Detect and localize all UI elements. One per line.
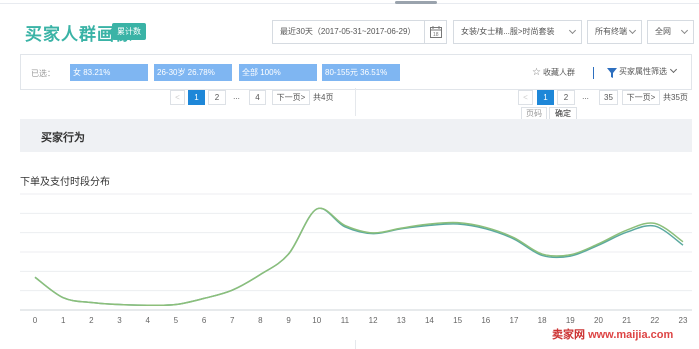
- x-tick-label: 10: [312, 316, 321, 325]
- chart-grid: [20, 193, 692, 311]
- x-tick-label: 3: [117, 316, 122, 325]
- watermark-brand: 卖家网: [552, 329, 585, 341]
- x-tick-label: 0: [33, 316, 38, 325]
- filter-chip-price[interactable]: 80-155元 36.51%: [322, 64, 400, 81]
- pager-next-button[interactable]: 下一页>: [272, 90, 310, 105]
- filter-chip-all[interactable]: 全部 100%: [239, 64, 317, 81]
- category-value: 女装/女士精...服>时尚套装: [461, 27, 555, 36]
- x-tick-label: 6: [202, 316, 207, 325]
- pager-total: 共4页: [313, 93, 334, 102]
- section-title: 买家行为: [41, 132, 85, 144]
- x-tick-label: 16: [481, 316, 490, 325]
- cumulative-badge: 累计数: [108, 23, 146, 40]
- chevron-down-icon: [669, 65, 678, 74]
- pager-page-1[interactable]: 1: [188, 90, 205, 105]
- pager-ellipsis: ...: [582, 92, 589, 101]
- date-range-picker[interactable]: 最近30天（2017-05-31~2017-06-29） 18: [272, 20, 447, 44]
- network-value: 全网: [655, 27, 671, 36]
- terminal-select[interactable]: 所有终端: [587, 20, 642, 44]
- pager-page-2[interactable]: 2: [208, 90, 226, 105]
- pager-page-1[interactable]: 1: [537, 90, 554, 105]
- x-tick-label: 15: [453, 316, 462, 325]
- pager-prev-button[interactable]: <: [170, 90, 185, 105]
- x-tick-label: 11: [341, 316, 350, 325]
- pager-page-last[interactable]: 35: [599, 90, 618, 105]
- buyer-attribute-filter[interactable]: 买家属性筛选: [605, 65, 678, 77]
- pager-total: 共35页: [663, 93, 688, 102]
- filter-chip-gender[interactable]: 女 83.21%: [70, 64, 148, 81]
- divider: [593, 67, 594, 79]
- x-tick-label: 21: [622, 316, 631, 325]
- chevron-down-icon: [628, 26, 637, 35]
- x-tick-label: 8: [258, 316, 263, 325]
- pager-ellipsis: ...: [233, 92, 240, 101]
- x-tick-label: 4: [145, 316, 150, 325]
- x-tick-label: 19: [566, 316, 575, 325]
- column-divider: [355, 340, 356, 349]
- x-tick-label: 9: [286, 316, 291, 325]
- top-border: [0, 0, 699, 4]
- chart-title: 下单及支付时段分布: [20, 177, 110, 188]
- pager-right: < 1 2 ... 35 下一页> 共35页: [356, 90, 699, 105]
- category-select[interactable]: 女装/女士精...服>时尚套装: [453, 20, 582, 44]
- x-tick-label: 23: [679, 316, 688, 325]
- pager-prev-button[interactable]: <: [518, 90, 533, 105]
- pager-page-last[interactable]: 4: [249, 90, 266, 105]
- section-header: 买家行为: [20, 119, 692, 152]
- pager-left: < 1 2 ... 4 下一页> 共4页: [0, 90, 355, 105]
- chevron-down-icon: [680, 26, 689, 35]
- pager-page-2[interactable]: 2: [557, 90, 575, 105]
- site-watermark: 卖家网 www.maijia.com: [546, 326, 680, 345]
- x-tick-label: 5: [174, 316, 179, 325]
- x-tick-label: 1: [61, 316, 66, 325]
- x-tick-label: 12: [369, 316, 378, 325]
- date-range-value: 最近30天（2017-05-31~2017-06-29）: [280, 27, 416, 36]
- x-axis-ticks: 0 1 2 3 4 5 6 7 8 9 10 11 12 13 14 15 16 17 18 19 20 21 22 23: [33, 316, 688, 325]
- network-select[interactable]: 全网: [647, 20, 694, 44]
- x-tick-label: 14: [425, 316, 434, 325]
- pager-next-button[interactable]: 下一页>: [622, 90, 660, 105]
- calendar-icon[interactable]: 18: [424, 21, 446, 43]
- selected-label: 已选：: [31, 69, 55, 78]
- svg-text:18: 18: [433, 32, 439, 38]
- collect-crowd-label: 收藏人群: [542, 68, 575, 77]
- collect-crowd-button[interactable]: ☆ 收藏人群: [532, 67, 575, 78]
- x-tick-label: 2: [89, 316, 94, 325]
- filter-chip-age[interactable]: 26-30岁 26.78%: [154, 64, 232, 81]
- x-tick-label: 17: [510, 316, 519, 325]
- star-icon: ☆: [532, 67, 541, 78]
- chevron-down-icon: [568, 26, 577, 35]
- x-tick-label: 20: [594, 316, 603, 325]
- watermark-url: www.maijia.com: [588, 329, 674, 341]
- x-tick-label: 13: [397, 316, 406, 325]
- terminal-value: 所有终端: [595, 27, 627, 36]
- x-tick-label: 22: [650, 316, 659, 325]
- attr-filter-label: 买家属性筛选: [619, 67, 667, 76]
- x-tick-label: 7: [230, 316, 235, 325]
- selected-filters-bar: 已选： 女 83.21% 26-30岁 26.78% 全部 100% 80-15…: [20, 54, 692, 90]
- x-tick-label: 18: [538, 316, 547, 325]
- scroll-indicator: [395, 1, 437, 4]
